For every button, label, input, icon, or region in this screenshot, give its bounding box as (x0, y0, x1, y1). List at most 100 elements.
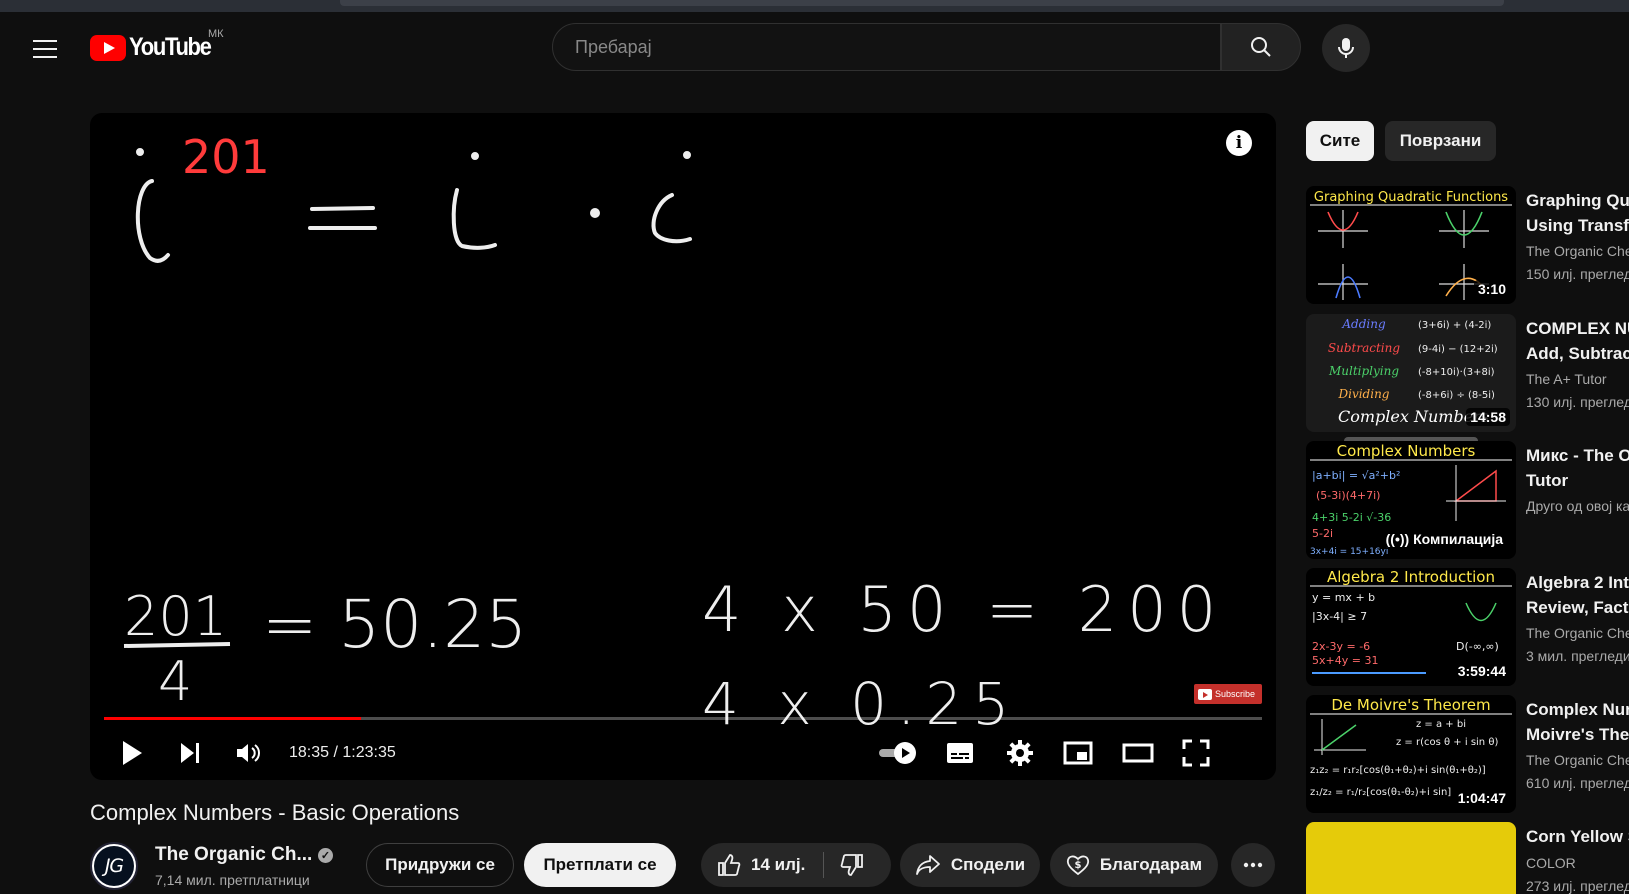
chip-all[interactable]: Сите (1306, 121, 1374, 161)
recommended-video[interactable]: Graphing Quadratic Functions 3:10 Graphi… (1306, 186, 1629, 304)
product-equation-1: 4 x 50 = 200 (702, 573, 1226, 646)
recommended-video[interactable]: Algebra 2 Introduction y = mx + b |3x-4|… (1306, 568, 1629, 686)
play-button[interactable] (112, 735, 152, 771)
video-thumbnail[interactable]: Graphing Quadratic Functions 3:10 (1306, 186, 1516, 304)
share-icon (915, 855, 940, 875)
video-player[interactable]: 201 201 4 = 50.25 4 x 50 = 200 4 x 0.25 … (90, 113, 1276, 780)
svg-text:(5-3i)(4+7i): (5-3i)(4+7i) (1316, 489, 1380, 502)
menu-icon[interactable] (28, 32, 62, 66)
subtitles-button[interactable] (940, 735, 980, 771)
rec-channel[interactable]: The Organic Chemistry Tutor (1526, 625, 1629, 641)
dislike-button[interactable] (824, 853, 864, 877)
subscribe-button[interactable]: Претплати се (524, 843, 676, 887)
fraction-result: = 50.25 (262, 586, 527, 663)
country-code: МК (208, 28, 224, 40)
duration-badge: 3:10 (1473, 280, 1510, 298)
video-thumbnail[interactable]: De Moivre's Theorem z = a + bi z = r(cos… (1306, 695, 1516, 813)
svg-text:|3x-4| ≥ 7: |3x-4| ≥ 7 (1312, 610, 1367, 623)
mic-icon (1338, 38, 1354, 58)
rec-title[interactable]: Algebra 2 IntroductionReview, Factoring (1526, 570, 1629, 620)
fraction-denominator: 4 (158, 650, 192, 713)
rec-title[interactable]: Микс - The Organic ChemistryTutor (1526, 443, 1629, 493)
fraction-numerator: 201 (124, 585, 227, 648)
channel-row: JG The Organic Ch... ✓ 7,14 мил. претпла… (90, 842, 1276, 892)
progress-played (104, 717, 362, 720)
rec-title[interactable]: Graphing QuadraticUsing Transformations (1526, 188, 1629, 238)
channel-avatar[interactable]: JG (90, 842, 138, 890)
mix-badge: ((•)) Компилација (1380, 529, 1508, 549)
more-actions-button[interactable] (1231, 843, 1275, 887)
gear-icon (1007, 740, 1033, 766)
miniplayer-button[interactable] (1058, 735, 1098, 771)
svg-text:4+3i 5-2i √-36: 4+3i 5-2i √-36 (1312, 511, 1391, 524)
svg-text:y = mx + b: y = mx + b (1312, 591, 1375, 604)
search-icon (1251, 37, 1271, 57)
search-input[interactable] (573, 36, 1177, 59)
watermark-text: Subscribe (1215, 689, 1256, 699)
thumb-eq1: (3+6i) + (4-2i) (1418, 320, 1491, 331)
time-display: 18:35 / 1:23:35 (289, 744, 396, 761)
rec-title[interactable]: COMPLEX NUMBERS:Add, Subtract, (1526, 316, 1629, 366)
volume-icon (237, 744, 260, 762)
theater-mode-button[interactable] (1118, 735, 1158, 771)
thumb-eq3: (-8+10i)·(3+8i) (1418, 367, 1495, 378)
rec-channel[interactable]: The A+ Tutor (1526, 371, 1607, 387)
like-count: 14 илј. (751, 855, 806, 874)
thanks-button[interactable]: $ Благодарам (1050, 843, 1218, 887)
rec-meta: 610 илј. прегледи (1526, 775, 1629, 791)
duration-badge: 1:04:47 (1453, 789, 1510, 807)
next-button[interactable] (170, 735, 210, 771)
thumb-title: De Moivre's Theorem (1331, 696, 1490, 714)
voice-search-button[interactable] (1322, 24, 1370, 72)
share-label: Сподели (950, 855, 1026, 874)
video-thumbnail[interactable] (1306, 822, 1516, 894)
autoplay-icon (879, 742, 916, 764)
channel-name[interactable]: The Organic Ch... (155, 844, 312, 866)
rec-channel[interactable]: The Organic Chemistry Tutor (1526, 752, 1629, 768)
volume-button[interactable] (228, 735, 268, 771)
subscribe-watermark[interactable]: Subscribe (1194, 684, 1262, 704)
product-equation-2: 4 x 0.25 (702, 670, 1019, 738)
like-button[interactable]: 14 илј. (701, 853, 805, 877)
join-button[interactable]: Придружи се (366, 843, 514, 887)
rec-meta: 150 илј. прегледи (1526, 266, 1629, 282)
thumb-dividing: Dividing (1337, 387, 1389, 401)
settings-button[interactable] (1000, 735, 1040, 771)
rec-title[interactable]: Corn Yellow Screen (1526, 824, 1629, 849)
recommended-video[interactable]: Corn Yellow Screen COLOR 273 илј. прегле… (1306, 822, 1629, 894)
recommended-mix[interactable]: Complex Numbers |a+bi| = √a²+b² (5-3i)(4… (1306, 437, 1629, 559)
more-icon (1243, 862, 1263, 868)
rec-title[interactable]: Complex Numbers DeMoivre's Theorem (1526, 697, 1629, 747)
video-thumbnail[interactable]: Algebra 2 Introduction y = mx + b |3x-4|… (1306, 568, 1516, 686)
share-button[interactable]: Сподели (900, 843, 1040, 887)
info-icon[interactable]: i (1226, 130, 1252, 156)
rec-channel[interactable]: COLOR (1526, 855, 1576, 871)
autoplay-toggle[interactable] (876, 735, 922, 771)
svg-text:z₁/z₂ = r₁/r₂[cos(θ₁-θ₂)+i sin: z₁/z₂ = r₁/r₂[cos(θ₁-θ₂)+i sin] (1310, 787, 1451, 798)
search-box[interactable] (552, 23, 1221, 71)
duration-badge: 14:58 (1466, 408, 1510, 426)
fullscreen-button[interactable] (1176, 735, 1216, 771)
svg-text:z₁z₂ = r₁r₂[cos(θ₁+θ₂)+i sin(θ: z₁z₂ = r₁r₂[cos(θ₁+θ₂)+i sin(θ₁+θ₂)] (1310, 765, 1486, 776)
svg-text:$: $ (1074, 860, 1081, 871)
progress-bar[interactable] (104, 717, 1262, 720)
svg-text:2x-3y = -6: 2x-3y = -6 (1312, 640, 1370, 653)
rec-channel[interactable]: The Organic Chemistry Tutor (1526, 243, 1629, 259)
recommended-video[interactable]: Adding Subtracting Multiplying Dividing … (1306, 314, 1629, 432)
miniplayer-icon (1063, 741, 1093, 765)
recommended-video[interactable]: De Moivre's Theorem z = a + bi z = r(cos… (1306, 695, 1629, 813)
search-button[interactable] (1221, 23, 1301, 71)
video-thumbnail[interactable]: Complex Numbers |a+bi| = √a²+b² (5-3i)(4… (1306, 441, 1516, 559)
video-thumbnail[interactable]: Adding Subtracting Multiplying Dividing … (1306, 314, 1516, 432)
youtube-play-icon (90, 34, 126, 61)
thumb-title: Complex Numbers (1337, 442, 1476, 460)
rec-meta: 130 илј. прегледи (1526, 394, 1629, 410)
svg-text:z = r(cos θ + i sin θ): z = r(cos θ + i sin θ) (1396, 737, 1498, 748)
thumb-eq4: (-8+6i) ÷ (8-5i) (1418, 390, 1495, 401)
rec-channel[interactable]: Друго од овој канал (1526, 498, 1629, 514)
thumb-multiplying: Multiplying (1328, 364, 1399, 378)
chip-related[interactable]: Поврзани (1385, 121, 1496, 161)
youtube-logo[interactable]: YouTube МК (90, 28, 224, 62)
verified-icon: ✓ (318, 848, 333, 863)
youtube-small-icon (1198, 688, 1212, 700)
